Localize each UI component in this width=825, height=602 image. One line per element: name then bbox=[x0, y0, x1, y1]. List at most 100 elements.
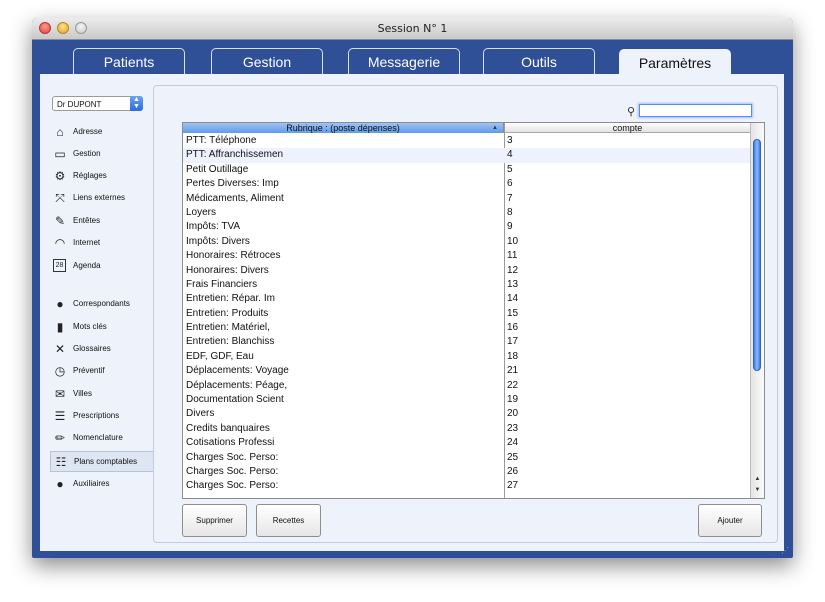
table-row[interactable]: Entretien: Blanchiss 17 bbox=[183, 335, 751, 349]
column-header-label: Rubrique : (poste dépenses) bbox=[286, 123, 400, 133]
column-header-compte[interactable]: compte bbox=[504, 123, 751, 133]
cell-rubrique: Impôts: TVA bbox=[186, 221, 241, 233]
table-row[interactable]: Credits banquaires 23 bbox=[183, 422, 751, 436]
resize-grip-icon[interactable]: ⋰ bbox=[781, 546, 791, 556]
cell-rubrique: Déplacements: Péage, bbox=[186, 379, 288, 391]
sidebar-item-label: Plans comptables bbox=[74, 457, 138, 466]
sidebar-item-reglages[interactable]: ⚙ Réglages bbox=[50, 166, 154, 187]
sidebar-item-label: Réglages bbox=[73, 171, 107, 180]
scroll-up-arrow-icon[interactable]: ▲ bbox=[751, 474, 764, 484]
pencil-icon: ✏ bbox=[54, 431, 66, 445]
table-row[interactable]: Petit Outillage 5 bbox=[183, 163, 751, 177]
tab-patients[interactable]: Patients bbox=[73, 48, 185, 74]
table-row[interactable]: Pertes Diverses: Imp 6 bbox=[183, 177, 751, 191]
table-row[interactable]: Entretien: Répar. Im 14 bbox=[183, 292, 751, 306]
cell-compte: 23 bbox=[507, 422, 519, 434]
house-icon: ⌂ bbox=[56, 125, 64, 139]
tab-parametres[interactable]: Paramètres bbox=[619, 49, 731, 75]
sidebar-item-correspondants[interactable]: ● Correspondants bbox=[50, 294, 154, 315]
cell-rubrique: Honoraires: Divers bbox=[186, 264, 269, 276]
table-row[interactable]: Frais Financiers 13 bbox=[183, 278, 751, 292]
table-row[interactable]: Honoraires: Divers 12 bbox=[183, 264, 751, 278]
table-row[interactable]: Honoraires: Rétroces 11 bbox=[183, 249, 751, 263]
table-row[interactable]: Déplacements: Voyage 21 bbox=[183, 364, 751, 378]
search-input[interactable] bbox=[639, 104, 752, 117]
cell-rubrique: Charges Soc. Perso: bbox=[186, 480, 279, 492]
sidebar-item-label: Glossaires bbox=[73, 344, 111, 353]
table-row[interactable]: Loyers 8 bbox=[183, 206, 751, 220]
table-row[interactable]: Déplacements: Péage, 22 bbox=[183, 379, 751, 393]
cell-rubrique: Petit Outillage bbox=[186, 163, 249, 175]
cell-rubrique: Frais Financiers bbox=[186, 278, 258, 290]
sidebar-item-prescriptions[interactable]: ☰ Prescriptions bbox=[50, 406, 154, 427]
sidebar-item-gestion[interactable]: ▭ Gestion bbox=[50, 144, 154, 165]
sort-ascending-icon: ▲ bbox=[492, 125, 498, 131]
table-row[interactable]: Charges Soc. Perso: 27 bbox=[183, 479, 751, 493]
scrollbar-thumb[interactable] bbox=[753, 139, 761, 371]
table-row[interactable]: Impôts: TVA 9 bbox=[183, 220, 751, 234]
receipts-button[interactable]: Recettes bbox=[256, 504, 321, 537]
sidebar-item-nomenclature[interactable]: ✏ Nomenclature bbox=[50, 428, 154, 449]
vertical-scrollbar[interactable]: ▲ ▼ bbox=[750, 123, 764, 498]
cell-rubrique: Credits banquaires bbox=[186, 422, 270, 434]
cell-compte: 8 bbox=[507, 206, 513, 218]
cell-rubrique: Impôts: Divers bbox=[186, 235, 250, 247]
table-row[interactable]: Impôts: Divers 10 bbox=[183, 235, 751, 249]
table-row[interactable]: EDF, GDF, Eau 18 bbox=[183, 350, 751, 364]
table-row[interactable]: PTT: Affranchissemen 4 bbox=[183, 148, 751, 163]
tools-icon: ✕ bbox=[54, 342, 66, 356]
sidebar-item-glossaires[interactable]: ✕ Glossaires bbox=[50, 339, 154, 360]
table-body: PTT: Téléphone 3 PTT: Affranchissemen 4 Peti… bbox=[183, 134, 751, 494]
sidebar-item-label: Entêtes bbox=[73, 216, 101, 225]
sidebar-item-entetes[interactable]: ✎ Entêtes bbox=[50, 211, 154, 232]
sidebar-item-label: Nomenclature bbox=[73, 433, 123, 442]
cell-rubrique: Déplacements: Voyage bbox=[186, 365, 289, 377]
cell-rubrique: Pertes Diverses: Imp bbox=[186, 178, 279, 190]
cell-rubrique: Cotisations Professi bbox=[186, 437, 275, 449]
add-button[interactable]: Ajouter bbox=[698, 504, 762, 537]
cell-compte: 13 bbox=[507, 278, 519, 290]
sidebar-item-label: Agenda bbox=[73, 261, 101, 270]
tab-messagerie[interactable]: Messagerie bbox=[348, 48, 460, 74]
cell-compte: 15 bbox=[507, 307, 519, 319]
cell-rubrique: Entretien: Matériel, bbox=[186, 322, 270, 334]
sidebar-item-adresse[interactable]: ⌂ Adresse bbox=[50, 122, 154, 143]
column-header-rubrique[interactable]: Rubrique : (poste dépenses) ▲ bbox=[183, 123, 504, 133]
table-row[interactable]: PTT: Téléphone 3 bbox=[183, 134, 751, 148]
cell-compte: 6 bbox=[507, 178, 513, 190]
cell-rubrique: EDF, GDF, Eau bbox=[186, 350, 254, 362]
sidebar-item-villes[interactable]: ✉ Villes bbox=[50, 384, 154, 405]
tab-outils[interactable]: Outils bbox=[483, 48, 595, 74]
doctor-select[interactable]: Dr DUPONT ▲ ▼ bbox=[52, 96, 143, 111]
sidebar-item-label: Internet bbox=[73, 238, 101, 247]
cell-compte: 22 bbox=[507, 379, 519, 391]
cell-compte: 19 bbox=[507, 394, 519, 406]
table-row[interactable]: Documentation Scient 19 bbox=[183, 393, 751, 407]
sidebar-item-internet[interactable]: ◠ Internet bbox=[50, 233, 154, 254]
table-row[interactable]: Médicaments, Aliment 7 bbox=[183, 192, 751, 206]
sidebar-item-plans-comptables[interactable]: ☷ Plans comptables bbox=[50, 451, 154, 472]
table-row[interactable]: Entretien: Produits 15 bbox=[183, 307, 751, 321]
table-row[interactable]: Charges Soc. Perso: 26 bbox=[183, 465, 751, 479]
sidebar-item-agenda[interactable]: 28 Agenda bbox=[50, 256, 154, 277]
gear-icon: ⚙ bbox=[54, 169, 66, 183]
table-row[interactable]: Entretien: Matériel, 16 bbox=[183, 321, 751, 335]
sidebar-item-preventif[interactable]: ◷ Préventif bbox=[50, 361, 154, 382]
table-row[interactable]: Charges Soc. Perso: 25 bbox=[183, 451, 751, 465]
wifi-icon: ◠ bbox=[54, 236, 66, 250]
window-title: Session N° 1 bbox=[377, 22, 448, 35]
sidebar-item-auxiliaires[interactable]: ● Auxiliaires bbox=[50, 474, 154, 495]
table-row[interactable]: Divers 20 bbox=[183, 407, 751, 421]
tab-gestion[interactable]: Gestion bbox=[211, 48, 323, 74]
accounting-plans-panel: ⚲ Rubrique : (poste dépenses) ▲ compte P… bbox=[153, 85, 778, 543]
scroll-down-arrow-icon[interactable]: ▼ bbox=[751, 485, 764, 495]
sidebar-item-mots-cles[interactable]: ▮ Mots clés bbox=[50, 317, 154, 338]
accounts-table: Rubrique : (poste dépenses) ▲ compte PTT… bbox=[182, 122, 765, 499]
delete-button[interactable]: Supprimer bbox=[182, 504, 247, 537]
cell-compte: 17 bbox=[507, 336, 519, 348]
sidebar-item-liens-externes[interactable]: ⤧ Liens externes bbox=[50, 188, 154, 209]
table-row[interactable]: Cotisations Professi 24 bbox=[183, 436, 751, 450]
cell-compte: 3 bbox=[507, 135, 513, 146]
cell-compte: 14 bbox=[507, 293, 519, 305]
cell-compte: 5 bbox=[507, 163, 513, 175]
